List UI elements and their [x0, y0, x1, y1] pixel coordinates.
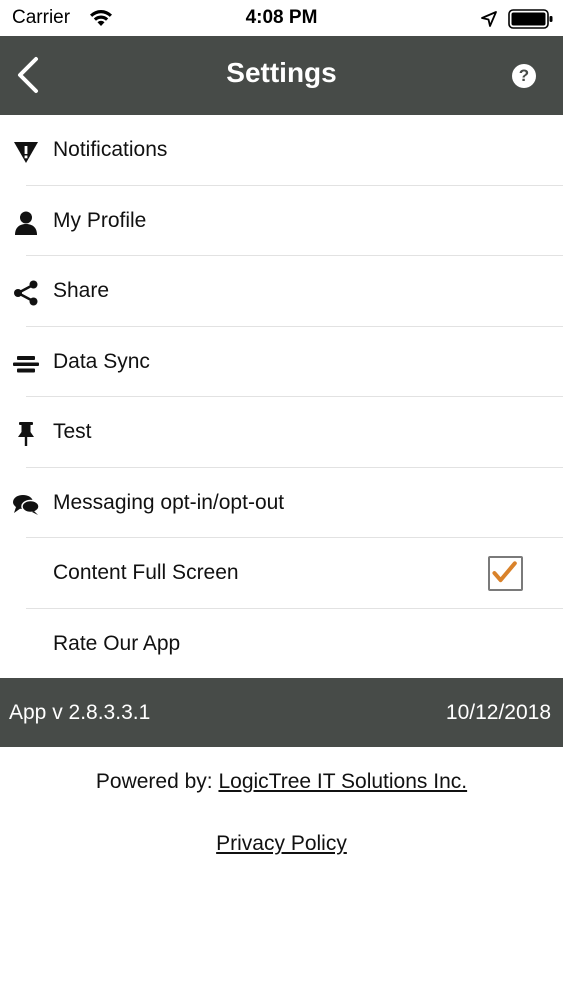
user-icon [15, 211, 37, 235]
help-button[interactable]: ? [512, 64, 536, 88]
powered-by-text: Powered by: LogicTree IT Solutions Inc. [96, 770, 467, 794]
powered-by-prefix: Powered by: [95, 770, 213, 793]
settings-item-label: Rate Our App [53, 631, 181, 655]
settings-item-label: Notifications [53, 138, 168, 161]
share-icon [14, 280, 38, 306]
carrier-label: Carrier [12, 7, 71, 28]
checkmark-icon [492, 561, 517, 583]
settings-item-messaging[interactable]: Messaging opt-in/opt-out [0, 468, 563, 538]
settings-item-data-sync[interactable]: Data Sync [0, 327, 563, 397]
privacy-policy-link[interactable]: Privacy Policy [216, 832, 347, 855]
settings-item-label: Test [53, 420, 92, 443]
content-full-screen-checkbox[interactable] [488, 556, 523, 591]
chevron-left-icon[interactable] [10, 54, 46, 96]
settings-item-label: My Profile [53, 208, 147, 232]
company-link[interactable]: LogicTree IT Solutions Inc. [218, 770, 467, 793]
help-icon: ? [518, 66, 530, 85]
settings-item-my-profile[interactable]: My Profile [0, 186, 563, 256]
nav-bar: Settings ? [0, 36, 563, 115]
version-date: 10/12/2018 [445, 701, 551, 724]
app-version: App v 2.8.3.3.1 [9, 701, 151, 724]
chat-bubbles-icon [13, 494, 40, 515]
privacy-section: Privacy Policy [0, 832, 563, 856]
battery-icon [508, 9, 553, 29]
data-sync-icon [13, 355, 39, 372]
settings-item-notifications[interactable]: Notifications [0, 115, 563, 186]
settings-item-label: Share [53, 279, 110, 302]
pin-icon [18, 422, 34, 446]
settings-item-share[interactable]: Share [0, 256, 563, 327]
location-arrow-icon [481, 11, 497, 27]
notification-flag-icon [14, 142, 38, 163]
settings-item-label: Data Sync [53, 349, 150, 373]
settings-item-rate-our-app[interactable]: Rate Our App [0, 609, 563, 680]
footer: Powered by: LogicTree IT Solutions Inc. [0, 770, 563, 794]
page-title: Settings [226, 57, 337, 88]
status-time: 4:08 PM [245, 7, 318, 28]
settings-item-label: Content Full Screen [53, 561, 239, 584]
status-bar: Carrier 4:08 PM [0, 0, 563, 36]
version-bar: App v 2.8.3.3.1 10/12/2018 [0, 678, 563, 747]
settings-item-content-full-screen[interactable]: Content Full Screen [0, 538, 563, 609]
wifi-icon [90, 10, 112, 26]
settings-list: Notifications My Profile Share Data Sync [0, 115, 563, 679]
settings-item-label: Messaging opt-in/opt-out [53, 490, 285, 514]
settings-item-test[interactable]: Test [0, 397, 563, 468]
